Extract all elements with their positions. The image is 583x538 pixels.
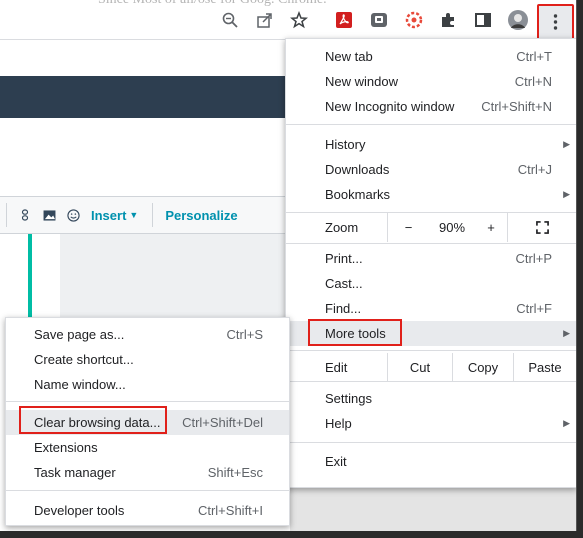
puzzle-extensions-icon[interactable] xyxy=(437,9,459,31)
menu-divider xyxy=(286,381,576,382)
submenu-item-developer-tools[interactable]: Developer tools Ctrl+Shift+I xyxy=(6,498,289,523)
menu-edit-row: Edit Cut Copy Paste xyxy=(286,353,576,381)
menu-item-new-window[interactable]: New window Ctrl+N xyxy=(286,69,576,94)
menu-item-downloads[interactable]: Downloads Ctrl+J xyxy=(286,157,576,182)
browser-toolbar: Since Most of all/ose for Goog. Chrome. xyxy=(0,0,576,40)
zoom-label: Zoom xyxy=(325,220,359,235)
submenu-item-save-page[interactable]: Save page as... Ctrl+S xyxy=(6,322,289,347)
menu-divider xyxy=(286,243,576,244)
menu-item-help[interactable]: Help ▶ xyxy=(286,411,576,436)
share-icon[interactable] xyxy=(254,9,276,31)
chevron-right-icon: ▶ xyxy=(563,328,570,338)
submenu-item-extensions[interactable]: Extensions xyxy=(6,435,289,460)
insert-caret-icon: ▼ xyxy=(129,210,139,220)
menu-divider xyxy=(286,350,576,351)
bookmark-star-icon[interactable] xyxy=(288,9,310,31)
toolbar-divider xyxy=(6,203,7,227)
menu-item-exit[interactable]: Exit xyxy=(286,449,576,474)
chevron-right-icon: ▶ xyxy=(563,139,570,149)
paste-button[interactable]: Paste xyxy=(513,353,576,381)
menu-item-bookmarks[interactable]: Bookmarks ▶ xyxy=(286,182,576,207)
browser-window: Since Most of all/ose for Goog. Chrome. xyxy=(0,0,577,531)
image-icon[interactable] xyxy=(42,208,56,222)
side-panel-icon[interactable] xyxy=(472,9,494,31)
menu-item-cast[interactable]: Cast... xyxy=(286,271,576,296)
submenu-item-create-shortcut[interactable]: Create shortcut... xyxy=(6,347,289,372)
edit-label: Edit xyxy=(325,360,348,375)
zoom-level: 90% xyxy=(438,220,466,235)
submenu-item-name-window[interactable]: Name window... xyxy=(6,372,289,397)
zoom-icon[interactable] xyxy=(219,9,241,31)
editor-toolbar: Insert ▼ Personalize xyxy=(0,196,290,234)
chevron-right-icon: ▶ xyxy=(563,418,570,428)
emoji-icon[interactable] xyxy=(66,208,80,222)
cut-button[interactable]: Cut xyxy=(387,353,452,381)
menu-item-history[interactable]: History ▶ xyxy=(286,132,576,157)
fullscreen-icon xyxy=(535,221,549,234)
clear-browsing-data-highlight xyxy=(19,406,167,434)
colorful-extension-icon[interactable] xyxy=(403,9,425,31)
menu-item-new-tab[interactable]: New tab Ctrl+T xyxy=(286,44,576,69)
menu-divider xyxy=(6,401,289,402)
background-page-text: Since Most of all/ose for Goog. Chrome. xyxy=(98,0,327,8)
menu-item-new-incognito[interactable]: New Incognito window Ctrl+Shift+N xyxy=(286,94,576,119)
menu-divider xyxy=(6,490,289,491)
menu-item-find[interactable]: Find... Ctrl+F xyxy=(286,296,576,321)
menu-divider xyxy=(286,124,576,125)
menu-item-settings[interactable]: Settings xyxy=(286,386,576,411)
more-menu-button[interactable] xyxy=(537,4,574,40)
toolbar-divider xyxy=(152,203,154,227)
more-menu-icon xyxy=(553,14,558,30)
pdf-extension-icon[interactable] xyxy=(333,9,355,31)
menu-zoom-row: Zoom − 90% + xyxy=(286,213,576,242)
page-header-band xyxy=(0,76,290,118)
fullscreen-button[interactable] xyxy=(507,213,576,242)
menu-divider xyxy=(286,442,576,443)
chrome-main-menu: New tab Ctrl+T New window Ctrl+N New Inc… xyxy=(285,38,576,488)
more-tools-highlight xyxy=(308,319,402,346)
personalize-button[interactable]: Personalize xyxy=(165,208,237,223)
zoom-out-button[interactable]: − xyxy=(387,213,429,242)
insert-menu[interactable]: Insert xyxy=(91,208,126,223)
extension-icon[interactable] xyxy=(368,9,390,31)
copy-button[interactable]: Copy xyxy=(452,353,513,381)
zoom-in-button[interactable]: + xyxy=(475,213,507,242)
menu-item-print[interactable]: Print... Ctrl+P xyxy=(286,246,576,271)
chevron-right-icon: ▶ xyxy=(563,189,570,199)
submenu-item-task-manager[interactable]: Task manager Shift+Esc xyxy=(6,460,289,485)
link-icon[interactable] xyxy=(18,208,32,222)
profile-avatar[interactable] xyxy=(507,9,529,31)
